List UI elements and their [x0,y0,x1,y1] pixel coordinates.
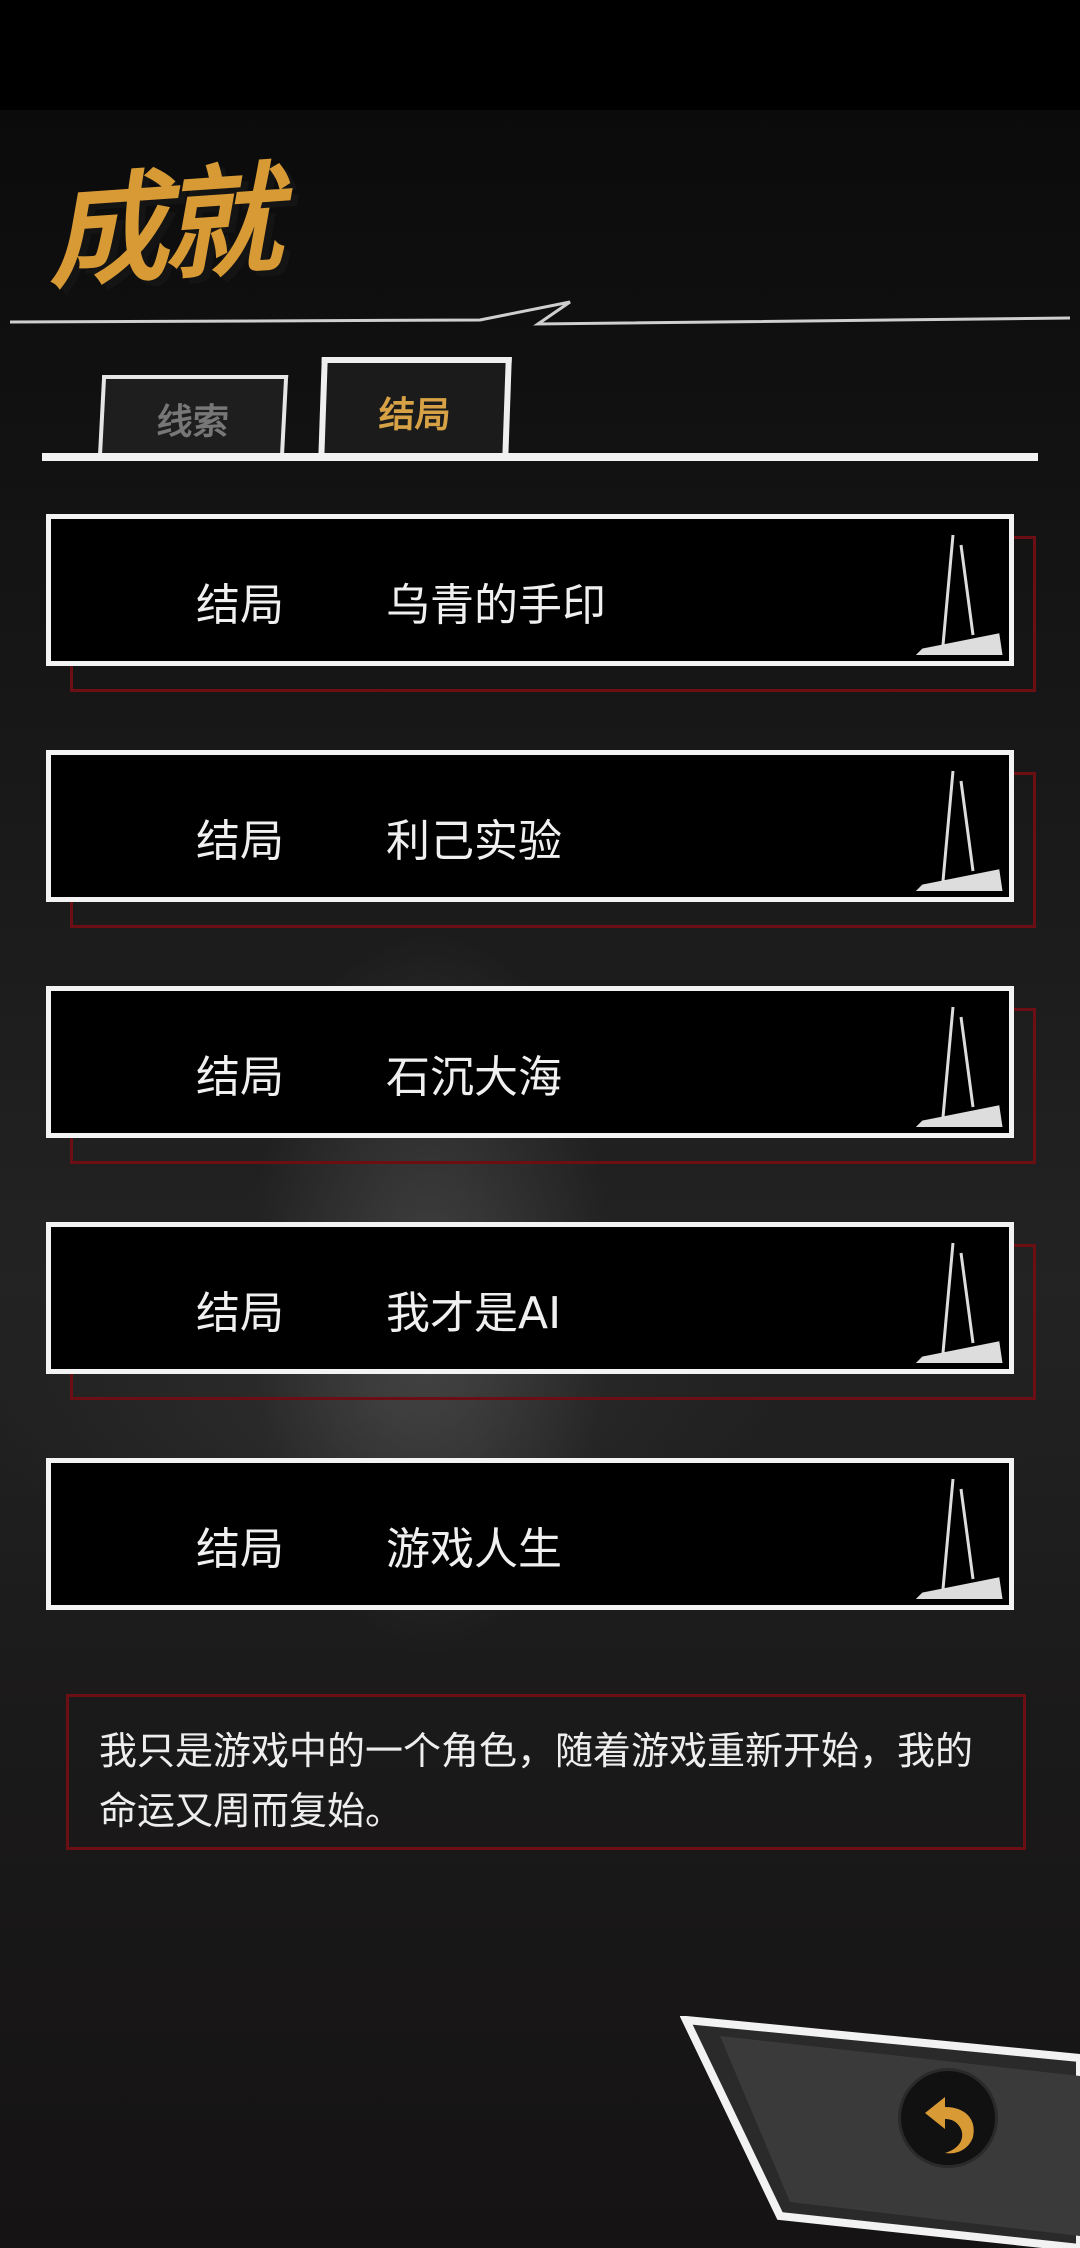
tab-underline [42,453,1038,461]
page-title: 成就 [42,151,280,306]
ending-name: 乌青的手印 [386,580,606,631]
tab-bar: 线索 结局 [0,345,1080,465]
ending-label: 结局 [196,1052,284,1103]
ending-label: 结局 [196,816,284,867]
splatter-decoration-icon [915,1478,1003,1599]
back-button[interactable] [898,2068,998,2168]
ending-name: 我才是AI [386,1288,562,1339]
ending-name: 石沉大海 [386,1052,562,1103]
splatter-decoration-icon [915,770,1003,891]
splatter-decoration-icon [915,1242,1003,1363]
back-panel [680,2016,1080,2248]
card-box: 结局 石沉大海 [46,986,1014,1138]
divider-lightning [10,300,1070,326]
top-bar [0,0,1080,110]
ending-card[interactable]: 结局 利己实验 [46,750,1036,928]
splatter-decoration-icon [915,534,1003,655]
ending-description: 我只是游戏中的一个角色，随着游戏重新开始，我的命运又周而复始。 [66,1694,1026,1850]
ending-label: 结局 [196,580,284,631]
card-box: 结局 利己实验 [46,750,1014,902]
ending-name: 游戏人生 [386,1524,562,1575]
card-box: 结局 我才是AI [46,1222,1014,1374]
tab-endings[interactable]: 结局 [318,357,512,461]
ending-label: 结局 [196,1288,284,1339]
ending-card[interactable]: 结局 游戏人生 [46,1458,1016,1610]
ending-card[interactable]: 结局 我才是AI [46,1222,1036,1400]
ending-card[interactable]: 结局 乌青的手印 [46,514,1036,692]
card-box: 结局 游戏人生 [46,1458,1014,1610]
ending-label: 结局 [196,1524,284,1575]
tab-clues[interactable]: 线索 [97,375,289,459]
card-box: 结局 乌青的手印 [46,514,1014,666]
ending-card[interactable]: 结局 石沉大海 [46,986,1036,1164]
splatter-decoration-icon [915,1006,1003,1127]
ending-name: 利己实验 [386,816,562,867]
undo-arrow-icon [925,2097,974,2154]
